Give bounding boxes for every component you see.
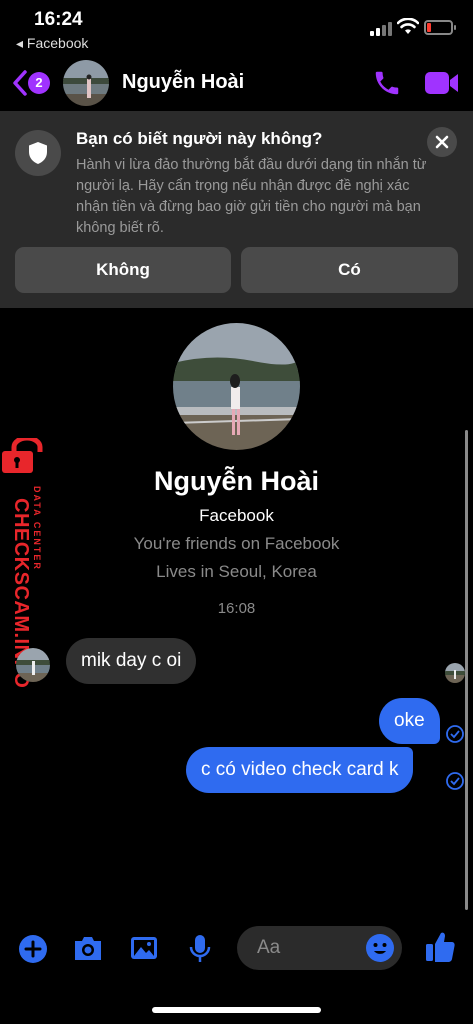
profile-avatar[interactable] [173,323,300,450]
status-bar: 16:24 ◂ Facebook [0,0,473,56]
microphone-icon[interactable] [188,934,212,964]
lock-icon [2,438,43,473]
thumbs-up-icon[interactable] [424,930,456,964]
seen-check-icon [446,772,464,790]
friends-status: You're friends on Facebook [133,534,340,553]
cell-signal-icon [370,22,392,36]
home-indicator[interactable] [152,1007,321,1013]
message-timestamp: 16:08 [217,600,256,617]
emoji-icon[interactable] [365,933,395,963]
wifi-icon [397,18,419,34]
close-icon[interactable] [427,127,457,157]
scrollbar[interactable] [465,430,468,910]
incoming-message[interactable]: mik day c oi [66,638,197,684]
seen-avatar [445,663,465,683]
photo-icon[interactable] [129,934,159,962]
battery-icon [424,20,456,35]
yes-button[interactable]: Có [241,247,458,293]
outgoing-message[interactable]: oke [379,698,440,744]
banner-body: Hành vi lừa đảo thường bắt đầu dưới dạng… [76,157,427,236]
contact-name[interactable]: Nguyễn Hoài [122,71,244,94]
chat-header: 2 Nguyễn Hoài [0,58,473,110]
watermark-tag: DATA CENTER [32,486,42,571]
message-composer [0,922,473,976]
profile-subtitle: Facebook [199,506,274,525]
phone-icon[interactable] [372,68,402,98]
sender-avatar[interactable] [16,648,50,682]
contact-avatar[interactable] [63,60,109,106]
camera-icon[interactable] [72,934,104,962]
banner-title: Bạn có biết người này không? [76,129,323,148]
video-camera-icon[interactable] [424,70,460,96]
unread-count-badge: 2 [28,72,50,94]
safety-warning-banner: Bạn có biết người này không? Hành vi lừa… [0,111,473,308]
back-to-facebook-link[interactable]: ◂ Facebook [16,35,88,52]
message-input[interactable] [257,926,357,970]
outgoing-message[interactable]: c có video check card k [186,747,414,793]
message-input-wrapper [237,926,402,970]
status-time: 16:24 [34,9,83,30]
no-button[interactable]: Không [15,247,231,293]
profile-name: Nguyễn Hoài [153,466,320,496]
seen-check-icon [446,725,464,743]
watermark: CHECKSCAM.INFO DATA CENTER [2,438,52,688]
back-chevron-icon[interactable] [10,68,30,98]
plus-icon[interactable] [18,934,48,964]
location-info: Lives in Seoul, Korea [156,562,317,581]
shield-icon [15,130,61,176]
